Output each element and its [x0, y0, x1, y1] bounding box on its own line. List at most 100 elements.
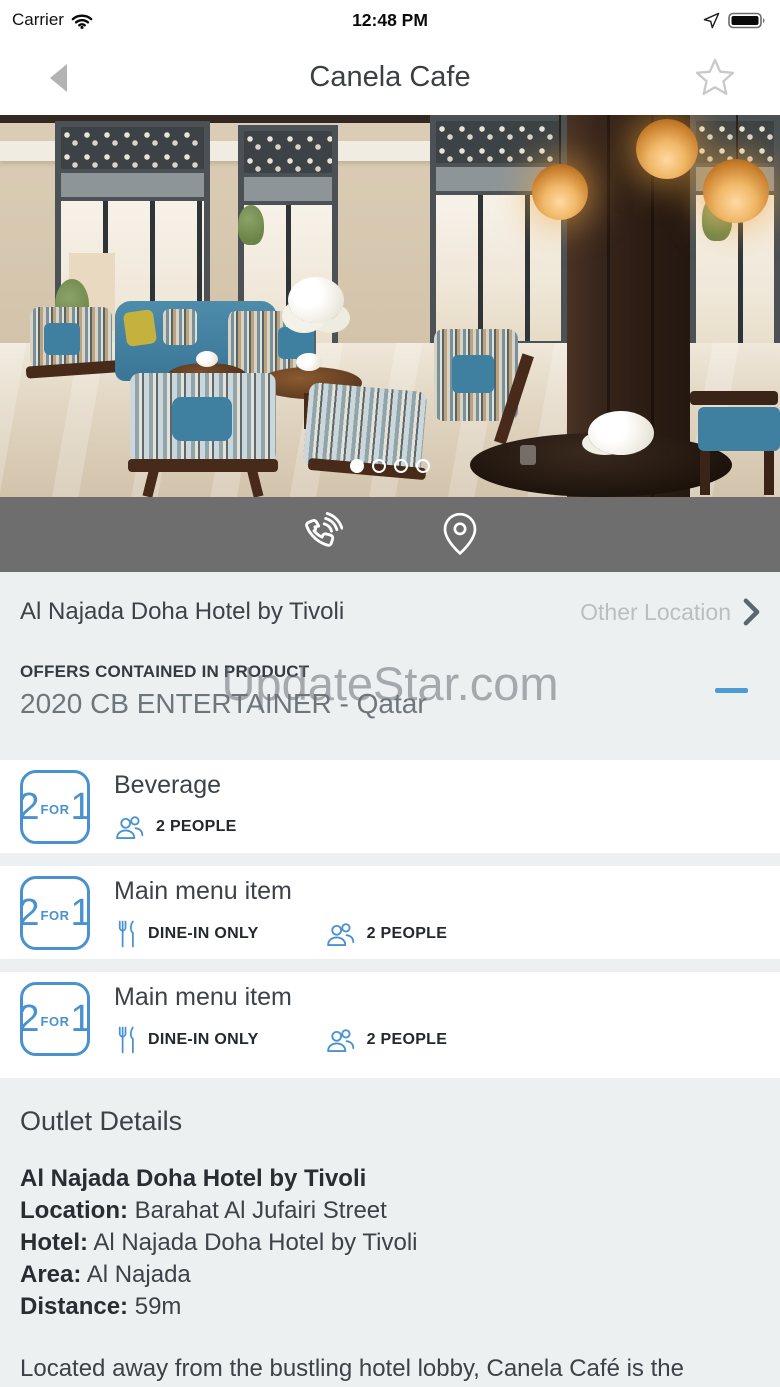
- outlet-field: Location: Barahat Al Jufairi Street: [20, 1195, 760, 1227]
- outlet-details-name: Al Najada Doha Hotel by Tivoli: [20, 1165, 367, 1192]
- carousel-dots: [0, 459, 780, 473]
- people-chip: 2 PEOPLE: [325, 1026, 448, 1054]
- offer-title: Main menu item: [114, 877, 292, 905]
- window-lattice: [696, 121, 774, 163]
- action-bar: [0, 497, 780, 572]
- outlet-summary-section: UpdateStar.com Al Najada Doha Hotel by T…: [0, 572, 780, 760]
- outlet-name: Al Najada Doha Hotel by Tivoli: [20, 598, 345, 625]
- back-button[interactable]: [38, 40, 79, 115]
- chair-leg: [764, 451, 774, 495]
- people-chip: 2 PEOPLE: [114, 813, 237, 841]
- window-transom: [61, 173, 204, 197]
- table-flowers: [296, 353, 322, 371]
- people-icon: [326, 1029, 354, 1052]
- people-icon: [326, 923, 354, 946]
- nav-bar: Canela Cafe: [0, 40, 780, 115]
- status-bar: Carrier 12:48 PM: [0, 0, 780, 40]
- map-button[interactable]: [415, 505, 505, 565]
- carousel-dot[interactable]: [394, 459, 408, 473]
- blue-cushion: [698, 407, 780, 451]
- offers-list: 2 FOR 1 Beverage 2 PEOPLE 2 FOR 1 Main m…: [0, 760, 780, 1065]
- window-glass: [436, 195, 561, 341]
- pendant-lamp: [703, 159, 769, 223]
- field-label: Distance:: [20, 1293, 129, 1320]
- window-far-right: [690, 115, 780, 367]
- window-lattice: [61, 127, 204, 169]
- blue-pillow: [172, 397, 232, 441]
- two-for-one-badge: 2 FOR 1: [18, 981, 92, 1056]
- carousel-dot[interactable]: [416, 459, 430, 473]
- field-value: Barahat Al Jufairi Street: [134, 1197, 387, 1224]
- fork-knife-icon: [118, 1026, 134, 1054]
- two-for-one-badge: 2 FOR 1: [18, 769, 92, 844]
- people-label: 2 PEOPLE: [366, 925, 448, 942]
- field-value: Al Najada: [86, 1261, 191, 1288]
- collapse-minus-icon[interactable]: [715, 688, 748, 693]
- carousel-dot[interactable]: [372, 459, 386, 473]
- badge-for: FOR: [40, 1014, 70, 1029]
- back-chevron-icon: [50, 63, 67, 92]
- chair-leg: [700, 451, 710, 495]
- offer-title: Beverage: [114, 771, 222, 799]
- app-screen: Carrier 12:48 PM Canela Cafe UpdateStar.…: [0, 0, 780, 1387]
- lamp-cord: [559, 115, 561, 165]
- outlet-field: Distance: 59m: [20, 1291, 760, 1323]
- phone-icon: [305, 511, 343, 547]
- badge-one: 1: [70, 997, 92, 1040]
- hero-image[interactable]: [0, 115, 780, 497]
- badge-one: 1: [70, 891, 92, 934]
- blue-pillow: [44, 323, 80, 355]
- field-label: Hotel:: [20, 1229, 88, 1256]
- call-button[interactable]: [275, 505, 365, 565]
- other-location-link[interactable]: Other Location: [580, 598, 760, 626]
- offer-title: Main menu item: [114, 983, 292, 1011]
- location-row: Al Najada Doha Hotel by Tivoli Other Loc…: [20, 572, 760, 626]
- field-label: Location:: [20, 1197, 128, 1224]
- window-lattice: [436, 121, 561, 163]
- courtyard-plant: [238, 205, 264, 245]
- window-transom: [244, 177, 332, 201]
- badge-one: 1: [70, 785, 92, 828]
- window-right-band: [430, 115, 567, 347]
- outlet-field: Hotel: Al Najada Doha Hotel by Tivoli: [20, 1227, 760, 1259]
- page-title: Canela Cafe: [309, 61, 471, 93]
- chair-frame-right: [690, 391, 778, 405]
- fork-knife-icon: [118, 920, 134, 948]
- people-icon: [116, 816, 144, 839]
- lamp-cord: [736, 115, 738, 161]
- field-value: Al Najada Doha Hotel by Tivoli: [93, 1229, 418, 1256]
- offer-card[interactable]: 2 FOR 1 Beverage 2 PEOPLE: [0, 760, 780, 853]
- field-label: Area:: [20, 1261, 82, 1288]
- outlet-field: Area: Al Najada: [20, 1259, 760, 1291]
- offer-card[interactable]: 2 FOR 1 Main menu item DINE-IN ONLY 2 PE…: [0, 866, 780, 959]
- dine-in-label: DINE-IN ONLY: [148, 1031, 259, 1048]
- badge-two: 2: [18, 997, 40, 1040]
- people-label: 2 PEOPLE: [156, 818, 237, 835]
- battery-icon: [728, 12, 765, 28]
- location-services-icon: [703, 12, 720, 28]
- people-label: 2 PEOPLE: [366, 1031, 448, 1048]
- status-time: 12:48 PM: [352, 9, 428, 30]
- striped-pillow: [163, 309, 197, 345]
- people-chip: 2 PEOPLE: [325, 920, 448, 948]
- offer-card[interactable]: 2 FOR 1 Main menu item DINE-IN ONLY 2 PE…: [0, 972, 780, 1065]
- two-for-one-badge: 2 FOR 1: [18, 875, 92, 950]
- hydrangea-flowers: [588, 411, 654, 455]
- outlet-details-section: Outlet Details Al Najada Doha Hotel by T…: [0, 1078, 780, 1387]
- window-lattice: [244, 131, 332, 173]
- favorite-star-icon[interactable]: [692, 55, 738, 101]
- badge-two: 2: [18, 785, 40, 828]
- blue-pillow: [452, 355, 494, 393]
- offers-eyebrow: OFFERS CONTAINED IN PRODUCT: [20, 662, 310, 681]
- offers-header: OFFERS CONTAINED IN PRODUCT 2020 CB ENTE…: [20, 662, 760, 720]
- chevron-right-icon: [743, 598, 760, 626]
- field-value: 59m: [134, 1293, 182, 1320]
- pendant-lamp: [532, 164, 588, 220]
- badge-for: FOR: [40, 802, 70, 817]
- outlet-details-heading: Outlet Details: [20, 1106, 183, 1136]
- other-location-label: Other Location: [580, 598, 731, 625]
- carousel-dot[interactable]: [350, 459, 364, 473]
- table-flowers: [196, 351, 218, 367]
- badge-for: FOR: [40, 908, 70, 923]
- dine-in-label: DINE-IN ONLY: [148, 925, 259, 942]
